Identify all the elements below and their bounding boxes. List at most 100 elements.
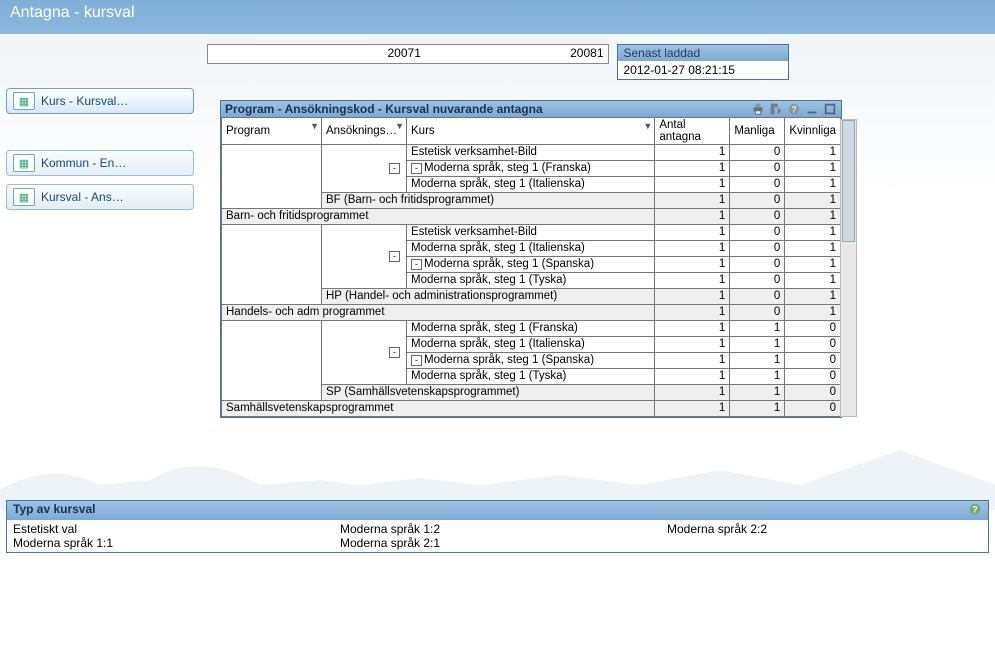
value-cell: 1 xyxy=(655,289,730,305)
collapse-icon[interactable]: - xyxy=(389,251,400,262)
list-item[interactable]: Estetiskt val xyxy=(13,522,328,536)
maximize-icon[interactable] xyxy=(823,102,837,116)
kurs-cell: -Moderna språk, steg 1 (Franska) xyxy=(407,161,655,177)
list-item[interactable]: Moderna språk 1:2 xyxy=(340,522,655,536)
value-cell: 0 xyxy=(730,209,785,225)
value-cell: 1 xyxy=(785,225,841,241)
sidebar: ▦ Kurs - Kursval… ▦ Kommun - En… ▦ Kursv… xyxy=(6,88,194,218)
sidebar-item-label: Kursval - Ans… xyxy=(41,190,124,204)
kurs-cell: Estetisk verksamhet-Bild xyxy=(407,225,655,241)
page-title: Antagna - kursval xyxy=(0,0,995,34)
value-cell: 1 xyxy=(785,289,841,305)
program-sum-row[interactable]: Barn- och fritidsprogrammet101 xyxy=(222,209,841,225)
table-row[interactable]: -Estetisk verksamhet-Bild101 xyxy=(222,145,841,161)
table-row[interactable]: -Moderna språk, steg 1 (Franska)110 xyxy=(222,321,841,337)
scrollbar-thumb[interactable] xyxy=(842,120,855,242)
export-icon[interactable] xyxy=(769,102,783,116)
subtotal-label: BF (Barn- och fritidsprogrammet) xyxy=(322,193,655,209)
col-kurs[interactable]: Kurs▼ xyxy=(407,118,655,145)
period-selector[interactable]: 20071 20081 xyxy=(207,44,609,64)
value-cell: 0 xyxy=(785,369,841,385)
value-cell: 1 xyxy=(785,177,841,193)
bottom-title: Typ av kursval xyxy=(13,502,96,519)
value-cell: 1 xyxy=(655,209,730,225)
value-cell: 1 xyxy=(785,305,841,321)
print-icon[interactable] xyxy=(751,102,765,116)
bottom-col-3: Moderna språk 2:2 xyxy=(661,520,988,552)
last-loaded-value: 2012-01-27 08:21:15 xyxy=(618,61,788,79)
value-cell: 1 xyxy=(730,337,785,353)
value-cell: 1 xyxy=(730,385,785,401)
list-item[interactable]: Moderna språk 1:1 xyxy=(13,536,328,550)
value-cell: 1 xyxy=(785,241,841,257)
collapse-icon[interactable]: - xyxy=(411,259,422,270)
value-cell: 1 xyxy=(785,145,841,161)
dropdown-icon[interactable]: ▼ xyxy=(310,121,319,131)
sidebar-item-kursval[interactable]: ▦ Kursval - Ans… xyxy=(6,184,194,210)
value-cell: 1 xyxy=(655,225,730,241)
period-left: 20071 xyxy=(388,46,421,60)
kurs-cell: Moderna språk, steg 1 (Italienska) xyxy=(407,177,655,193)
value-cell: 1 xyxy=(655,401,730,417)
col-ansokning[interactable]: Ansöknings…▼ xyxy=(322,118,407,145)
table-row[interactable]: -Estetisk verksamhet-Bild101 xyxy=(222,225,841,241)
value-cell: 1 xyxy=(655,369,730,385)
program-sum-label: Samhällsvetenskapsprogrammet xyxy=(222,401,655,417)
value-cell: 1 xyxy=(730,401,785,417)
program-sum-row[interactable]: Handels- och adm programmet101 xyxy=(222,305,841,321)
kurs-cell: -Moderna språk, steg 1 (Spanska) xyxy=(407,353,655,369)
panel-title: Program - Ansökningskod - Kursval nuvara… xyxy=(225,102,543,116)
program-sum-label: Barn- och fritidsprogrammet xyxy=(222,209,655,225)
value-cell: 1 xyxy=(730,353,785,369)
value-cell: 1 xyxy=(785,257,841,273)
value-cell: 0 xyxy=(730,177,785,193)
collapse-icon[interactable]: - xyxy=(411,163,422,174)
value-cell: 1 xyxy=(785,193,841,209)
value-cell: 1 xyxy=(655,353,730,369)
vertical-scrollbar[interactable] xyxy=(840,119,857,417)
value-cell: 0 xyxy=(785,353,841,369)
data-grid: Program▼ Ansöknings…▼ Kurs▼ Antal antagn… xyxy=(221,117,841,417)
program-sum-row[interactable]: Samhällsvetenskapsprogrammet110 xyxy=(222,401,841,417)
svg-text:?: ? xyxy=(791,105,796,115)
col-manliga[interactable]: Manliga xyxy=(730,118,785,145)
sidebar-item-kurs[interactable]: ▦ Kurs - Kursval… xyxy=(6,88,194,114)
collapse-icon[interactable]: - xyxy=(389,163,400,174)
kurs-cell: Estetisk verksamhet-Bild xyxy=(407,145,655,161)
col-antal[interactable]: Antal antagna xyxy=(655,118,730,145)
value-cell: 1 xyxy=(785,209,841,225)
grid-plus-icon: ▦ xyxy=(13,188,35,206)
collapse-icon[interactable]: - xyxy=(389,347,400,358)
dropdown-icon[interactable]: ▼ xyxy=(395,121,404,131)
value-cell: 1 xyxy=(730,369,785,385)
col-program[interactable]: Program▼ xyxy=(222,118,322,145)
value-cell: 1 xyxy=(785,273,841,289)
background-skyline xyxy=(0,430,995,510)
value-cell: 1 xyxy=(655,161,730,177)
value-cell: 0 xyxy=(730,145,785,161)
sidebar-item-label: Kurs - Kursval… xyxy=(41,94,128,108)
list-item[interactable]: Moderna språk 2:2 xyxy=(667,522,982,536)
value-cell: 0 xyxy=(730,193,785,209)
sidebar-item-kommun[interactable]: ▦ Kommun - En… xyxy=(6,150,194,176)
value-cell: 1 xyxy=(655,177,730,193)
list-item[interactable]: Moderna språk 2:1 xyxy=(340,536,655,550)
value-cell: 1 xyxy=(655,321,730,337)
ansokning-cell: - xyxy=(322,225,407,289)
value-cell: 0 xyxy=(785,321,841,337)
ansokning-cell: - xyxy=(322,321,407,385)
help-icon[interactable]: ? xyxy=(968,502,982,519)
kurs-cell: Moderna språk, steg 1 (Tyska) xyxy=(407,273,655,289)
grid-plus-icon: ▦ xyxy=(13,154,35,172)
kurs-cell: Moderna språk, steg 1 (Italienska) xyxy=(407,337,655,353)
minimize-icon[interactable] xyxy=(805,102,819,116)
value-cell: 0 xyxy=(730,273,785,289)
dropdown-icon[interactable]: ▼ xyxy=(643,121,652,131)
value-cell: 0 xyxy=(785,401,841,417)
sidebar-item-label: Kommun - En… xyxy=(41,156,126,170)
col-kvinnliga[interactable]: Kvinnliga xyxy=(785,118,841,145)
kurs-cell: Moderna språk, steg 1 (Tyska) xyxy=(407,369,655,385)
value-cell: 1 xyxy=(655,305,730,321)
collapse-icon[interactable]: - xyxy=(411,355,422,366)
help-icon[interactable]: ? xyxy=(787,102,801,116)
